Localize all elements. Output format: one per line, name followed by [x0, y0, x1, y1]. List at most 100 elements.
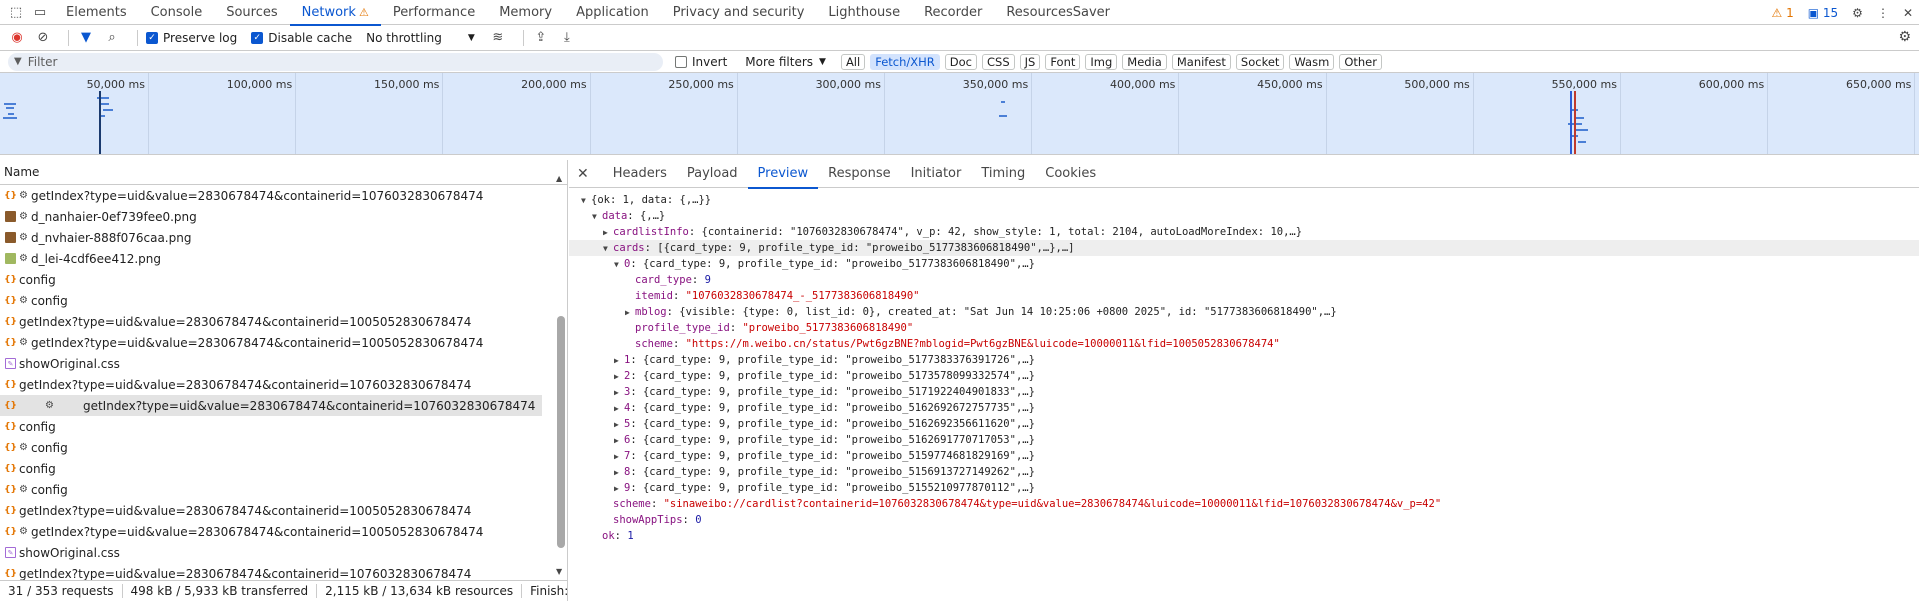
export-har-icon[interactable]: ⤓ [558, 29, 576, 47]
import-har-icon[interactable]: ⇪ [532, 29, 550, 47]
tab-memory[interactable]: Memory [487, 0, 564, 25]
warnings-badge[interactable]: ⚠ 1 [1772, 6, 1794, 20]
tab-recorder[interactable]: Recorder [912, 0, 994, 25]
request-row[interactable]: {} ⚙ getIndex?type=uid&value=2830678474&co… [0, 332, 556, 353]
json-tree-line[interactable]: ▼ cards: [{card_type: 9, profile_type_id:… [569, 240, 1919, 256]
request-row[interactable]: {} ⚙ config [0, 290, 556, 311]
request-row[interactable]: ⚙ d_lei-4cdf6ee412.png [0, 248, 556, 269]
scroll-up-arrow-icon[interactable]: ▲ [556, 174, 562, 183]
filter-type-fetch-xhr[interactable]: Fetch/XHR [870, 53, 940, 70]
disable-cache-checkbox[interactable]: ✓ Disable cache [251, 31, 352, 45]
inspect-element-icon[interactable]: ⬚ [8, 4, 24, 20]
json-tree-line[interactable]: ▼ data: {,…} [569, 208, 1919, 224]
collapsed-triangle-icon[interactable]: ▶ [614, 481, 624, 497]
name-column-header[interactable]: Name [0, 160, 567, 185]
request-row[interactable]: {} ⚙ getIndex?type=uid&value=2830678474&co… [0, 395, 542, 416]
json-tree-line[interactable]: itemid: "1076032830678474_-_517738360681… [569, 288, 1919, 304]
more-filters-dropdown[interactable]: More filters ▼ [745, 55, 826, 69]
expanded-triangle-icon[interactable]: ▼ [603, 241, 613, 257]
collapsed-triangle-icon[interactable]: ▶ [614, 353, 624, 369]
detail-tab-cookies[interactable]: Cookies [1035, 160, 1106, 188]
network-overview-timeline[interactable]: 50,000 ms 100,000 ms 150,000 ms 200,000 ms 2… [0, 73, 1919, 155]
detail-tab-response[interactable]: Response [818, 160, 900, 188]
json-tree-line[interactable]: ▶ 7: {card_type: 9, profile_type_id: "pro… [569, 448, 1919, 464]
filter-type-all[interactable]: All [840, 53, 866, 70]
detail-tab-headers[interactable]: Headers [603, 160, 677, 188]
json-tree-line[interactable]: ▶ 2: {card_type: 9, profile_type_id: "pro… [569, 368, 1919, 384]
collapsed-triangle-icon[interactable]: ▶ [603, 225, 613, 241]
tab-lighthouse[interactable]: Lighthouse [816, 0, 912, 25]
request-list-scrollbar[interactable]: ▲ ▼ [556, 174, 565, 576]
close-devtools-icon[interactable]: ✕ [1903, 6, 1913, 20]
request-row[interactable]: {} config [0, 416, 556, 437]
json-tree-line[interactable]: ▶ 3: {card_type: 9, profile_type_id: "pro… [569, 384, 1919, 400]
collapsed-triangle-icon[interactable]: ▶ [614, 433, 624, 449]
request-row[interactable]: {} getIndex?type=uid&value=2830678474&con… [0, 563, 556, 581]
request-row[interactable]: {} config [0, 458, 556, 479]
filter-type-js[interactable]: JS [1019, 53, 1041, 70]
json-tree-line[interactable]: ▶ 4: {card_type: 9, profile_type_id: "pro… [569, 400, 1919, 416]
filter-input[interactable]: ▼ Filter [8, 52, 663, 71]
collapsed-triangle-icon[interactable]: ▶ [614, 385, 624, 401]
tab-application[interactable]: Application [564, 0, 661, 25]
filter-type-css[interactable]: CSS [982, 53, 1015, 70]
tab-resourcessaver[interactable]: ResourcesSaver [994, 0, 1122, 25]
collapsed-triangle-icon[interactable]: ▶ [625, 305, 635, 321]
filter-type-socket[interactable]: Socket [1235, 53, 1285, 70]
request-row[interactable]: ⚙ d_nanhaier-0ef739fee0.png [0, 206, 556, 227]
record-stop-icon[interactable]: ◉ [8, 29, 26, 47]
tab-network[interactable]: Network ⚠ [289, 0, 381, 26]
invert-checkbox[interactable]: Invert [675, 55, 727, 69]
settings-gear-icon[interactable]: ⚙ [1852, 6, 1863, 20]
filter-type-font[interactable]: Font [1045, 53, 1081, 70]
detail-tab-timing[interactable]: Timing [971, 160, 1035, 188]
collapsed-triangle-icon[interactable]: ▶ [614, 465, 624, 481]
network-conditions-icon[interactable]: ≋ [489, 29, 507, 47]
filter-type-wasm[interactable]: Wasm [1289, 53, 1335, 70]
request-row[interactable]: {} ⚙ config [0, 479, 556, 500]
detail-tab-initiator[interactable]: Initiator [901, 160, 972, 188]
more-options-icon[interactable]: ⋮ [1877, 6, 1889, 20]
json-tree-line[interactable]: card_type: 9 [569, 272, 1919, 288]
tab-sources[interactable]: Sources [214, 0, 289, 25]
tab-performance[interactable]: Performance [381, 0, 487, 25]
tab-privacy-and-security[interactable]: Privacy and security [661, 0, 817, 25]
expanded-triangle-icon[interactable]: ▼ [581, 193, 591, 209]
json-tree-line[interactable]: ▶ cardlistInfo: {containerid: "1076032830… [569, 224, 1919, 240]
json-tree-line[interactable]: ▶ 8: {card_type: 9, profile_type_id: "pro… [569, 464, 1919, 480]
json-tree-line[interactable]: ▶ 6: {card_type: 9, profile_type_id: "pro… [569, 432, 1919, 448]
request-row[interactable]: {} getIndex?type=uid&value=2830678474&con… [0, 374, 556, 395]
request-row[interactable]: {} getIndex?type=uid&value=2830678474&con… [0, 311, 556, 332]
collapsed-triangle-icon[interactable]: ▶ [614, 369, 624, 385]
json-tree-line[interactable]: showAppTips: 0 [569, 512, 1919, 528]
filter-type-doc[interactable]: Doc [944, 53, 977, 70]
json-tree-line[interactable]: ▶ mblog: {visible: {type: 0, list_id: 0},… [569, 304, 1919, 320]
tab-console[interactable]: Console [139, 0, 215, 25]
expanded-triangle-icon[interactable]: ▼ [592, 209, 602, 225]
json-tree-line[interactable]: ▼ 0: {card_type: 9, profile_type_id: "pro… [569, 256, 1919, 272]
tab-elements[interactable]: Elements [54, 0, 139, 25]
detail-tab-preview[interactable]: Preview [747, 160, 819, 189]
collapsed-triangle-icon[interactable]: ▶ [614, 417, 624, 433]
request-row[interactable]: ✎ showOriginal.css [0, 542, 556, 563]
search-icon[interactable]: ⌕ [103, 29, 121, 47]
json-tree-line[interactable]: ▶ 5: {card_type: 9, profile_type_id: "pro… [569, 416, 1919, 432]
json-tree-line[interactable]: ok: 1 [569, 528, 1919, 544]
collapsed-triangle-icon[interactable]: ▶ [614, 449, 624, 465]
json-tree-line[interactable]: ▼ {ok: 1, data: {,…}} [569, 192, 1919, 208]
filter-type-media[interactable]: Media [1122, 53, 1167, 70]
scrollbar-thumb[interactable] [557, 316, 565, 548]
preserve-log-checkbox[interactable]: ✓ Preserve log [146, 31, 237, 45]
throttling-select[interactable]: No throttling ▼ [366, 31, 475, 45]
device-toolbar-icon[interactable]: ▭ [32, 4, 48, 20]
close-detail-icon[interactable]: ✕ [577, 166, 589, 182]
expanded-triangle-icon[interactable]: ▼ [614, 257, 624, 273]
filter-type-img[interactable]: Img [1085, 53, 1118, 70]
request-row[interactable]: {} ⚙ getIndex?type=uid&value=2830678474&co… [0, 521, 556, 542]
clear-icon[interactable]: ⊘ [34, 29, 52, 47]
request-row[interactable]: {} getIndex?type=uid&value=2830678474&con… [0, 500, 556, 521]
collapsed-triangle-icon[interactable]: ▶ [614, 401, 624, 417]
json-tree-line[interactable]: profile_type_id: "proweibo_5177383606818… [569, 320, 1919, 336]
json-tree-line[interactable]: ▶ 9: {card_type: 9, profile_type_id: "pro… [569, 480, 1919, 496]
request-row[interactable]: {} ⚙ getIndex?type=uid&value=2830678474&co… [0, 185, 556, 206]
